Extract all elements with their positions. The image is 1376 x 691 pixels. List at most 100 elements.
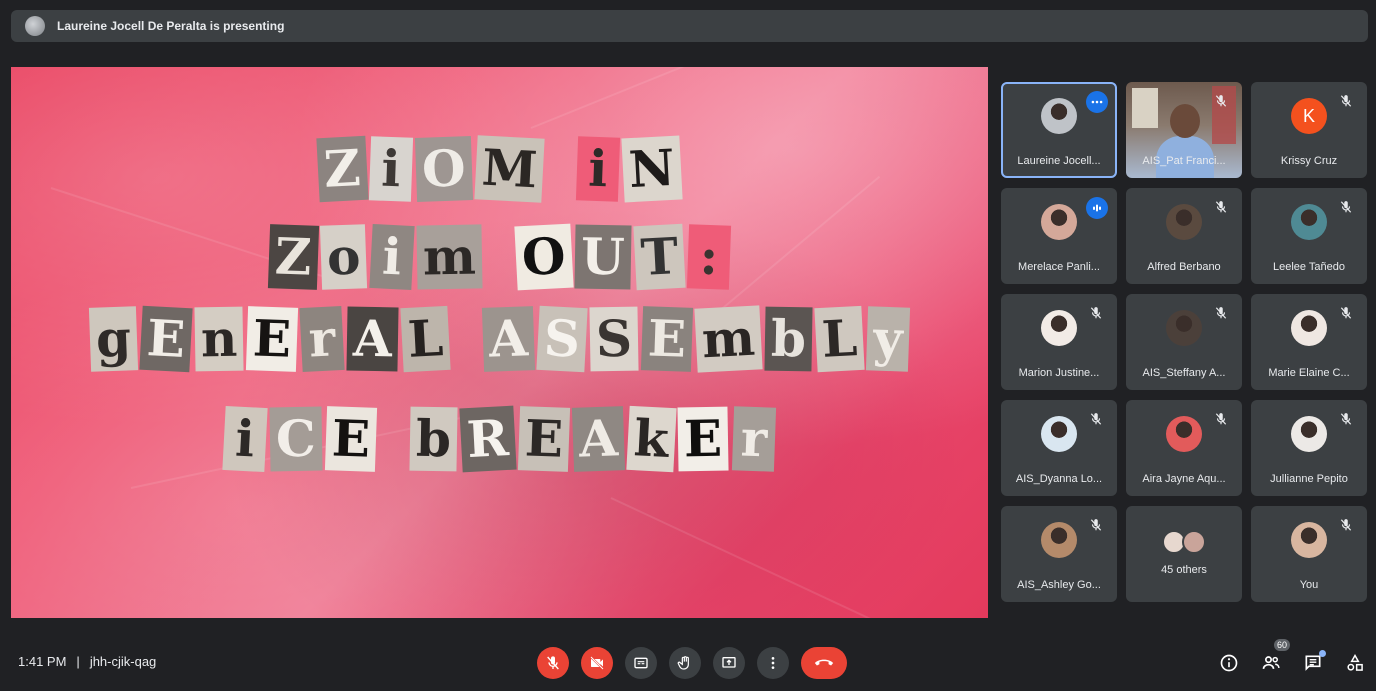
letter-tile: C — [269, 406, 323, 472]
mic-off-icon — [1214, 200, 1230, 216]
participant-tile[interactable]: K Krissy Cruz — [1251, 82, 1367, 178]
letter-tile: M — [474, 135, 545, 203]
meeting-info: 1:41 PM | jhh-cjik-qag — [18, 654, 156, 669]
slide-title-line: gEnErALASSEmbLy — [11, 305, 988, 373]
activities-button[interactable] — [1344, 652, 1366, 674]
participant-tile[interactable]: Leelee Tañedo — [1251, 188, 1367, 284]
letter-tile: m — [416, 224, 483, 290]
letter-tile: E — [677, 406, 730, 472]
letter-tile: E — [325, 406, 378, 472]
participant-tile[interactable]: Jullianne Pepito — [1251, 400, 1367, 496]
letter-tile: A — [482, 306, 536, 372]
mic-off-icon — [1339, 94, 1355, 110]
people-button[interactable]: 60 — [1260, 639, 1290, 674]
letter-tile: A — [346, 306, 399, 372]
mic-off-icon — [1214, 94, 1230, 110]
participant-tile[interactable]: You — [1251, 506, 1367, 602]
participant-tile[interactable]: Marie Elaine C... — [1251, 294, 1367, 390]
avatar — [1041, 416, 1077, 452]
people-icon — [1262, 656, 1280, 669]
mic-off-icon — [1214, 306, 1230, 322]
participant-tile[interactable]: AIS_Pat Franci... — [1126, 82, 1242, 178]
bottom-bar: 1:41 PM | jhh-cjik-qag 60 — [0, 630, 1376, 691]
speaking-indicator — [1086, 197, 1108, 219]
participant-name: Krissy Cruz — [1280, 155, 1338, 167]
avatar — [1041, 98, 1077, 134]
letter-tile: b — [764, 306, 813, 372]
slide-title-line: iCEbREAkEr — [11, 405, 988, 473]
word-gap — [380, 407, 406, 471]
participant-tile[interactable]: Laureine Jocell... — [1001, 82, 1117, 178]
mic-off-icon — [1339, 412, 1355, 428]
avatar — [1291, 522, 1327, 558]
participant-tile[interactable]: Aira Jayne Aqu... — [1126, 400, 1242, 496]
shared-screen: ZiOMiNZoimOUT:gEnErALASSEmbLyiCEbREAkEr — [11, 67, 988, 618]
call-controls — [537, 647, 847, 679]
participant-tile[interactable]: Marion Justine... — [1001, 294, 1117, 390]
avatar — [1166, 310, 1202, 346]
raise-hand-button[interactable] — [669, 647, 701, 679]
side-panel-controls: 60 — [1218, 639, 1366, 674]
letter-tile: O — [415, 136, 474, 202]
letter-tile: Z — [267, 224, 319, 290]
letter-tile: i — [576, 136, 621, 202]
others-avatars — [1162, 530, 1206, 554]
participant-tile[interactable]: 45 others — [1126, 506, 1242, 602]
mic-off-icon — [1214, 412, 1230, 428]
camera-toggle-button[interactable] — [581, 647, 613, 679]
letter-tile: m — [694, 305, 763, 373]
mic-off-icon — [1089, 412, 1105, 428]
leave-call-button[interactable] — [801, 647, 847, 679]
slide-title-line: ZoimOUT: — [11, 223, 988, 291]
camera-off-icon — [590, 656, 604, 670]
mic-toggle-button[interactable] — [537, 647, 569, 679]
letter-tile: i — [222, 405, 269, 473]
participant-name: Marie Elaine C... — [1268, 367, 1350, 379]
present-button[interactable] — [713, 647, 745, 679]
letter-tile: : — [686, 224, 732, 290]
letter-tile: y — [866, 306, 911, 372]
mic-off-icon — [1339, 306, 1355, 322]
more-horiz-icon — [1091, 100, 1103, 104]
captions-icon — [634, 657, 648, 669]
captions-button[interactable] — [625, 647, 657, 679]
participant-name: Laureine Jocell... — [1017, 155, 1101, 167]
hand-icon — [677, 656, 689, 670]
participant-tile[interactable]: AIS_Dyanna Lo... — [1001, 400, 1117, 496]
participant-name: Leelee Tañedo — [1273, 261, 1345, 273]
chat-button[interactable] — [1302, 650, 1326, 674]
letter-tile: E — [138, 305, 193, 373]
avatar — [1041, 204, 1077, 240]
more-vert-icon — [771, 657, 775, 669]
participant-tile[interactable]: AIS_Steffany A... — [1126, 294, 1242, 390]
letter-tile: S — [589, 306, 639, 372]
participant-tile[interactable]: AIS_Ashley Go... — [1001, 506, 1117, 602]
participant-name: AIS_Dyanna Lo... — [1015, 473, 1103, 485]
mic-off-icon — [1339, 200, 1355, 216]
letter-tile: T — [633, 223, 686, 291]
meeting-code: jhh-cjik-qag — [89, 654, 157, 669]
avatar — [1166, 204, 1202, 240]
more-options-button[interactable] — [757, 647, 789, 679]
participant-tile[interactable]: Merelace Panli... — [1001, 188, 1117, 284]
letter-tile: o — [320, 224, 368, 290]
participant-name: AIS_Ashley Go... — [1017, 579, 1101, 591]
audio-level-icon — [1093, 204, 1101, 212]
word-gap — [453, 307, 479, 371]
participant-name: Aira Jayne Aqu... — [1142, 473, 1226, 485]
letter-tile: E — [245, 306, 299, 372]
new-message-dot — [1319, 650, 1326, 657]
avatar — [1291, 416, 1327, 452]
clock: 1:41 PM — [18, 654, 67, 669]
participant-tile[interactable]: Alfred Berbano — [1126, 188, 1242, 284]
meeting-details-button[interactable] — [1218, 652, 1240, 674]
avatar: K — [1291, 98, 1327, 134]
participant-name: Jullianne Pepito — [1270, 473, 1348, 485]
participant-name: AIS_Steffany A... — [1142, 367, 1226, 379]
letter-tile: n — [194, 306, 244, 372]
participant-name: Marion Justine... — [1018, 367, 1100, 379]
letter-tile: E — [641, 306, 694, 372]
more-options-badge[interactable] — [1086, 91, 1108, 113]
word-gap — [547, 137, 573, 201]
present-screen-icon — [722, 657, 736, 668]
